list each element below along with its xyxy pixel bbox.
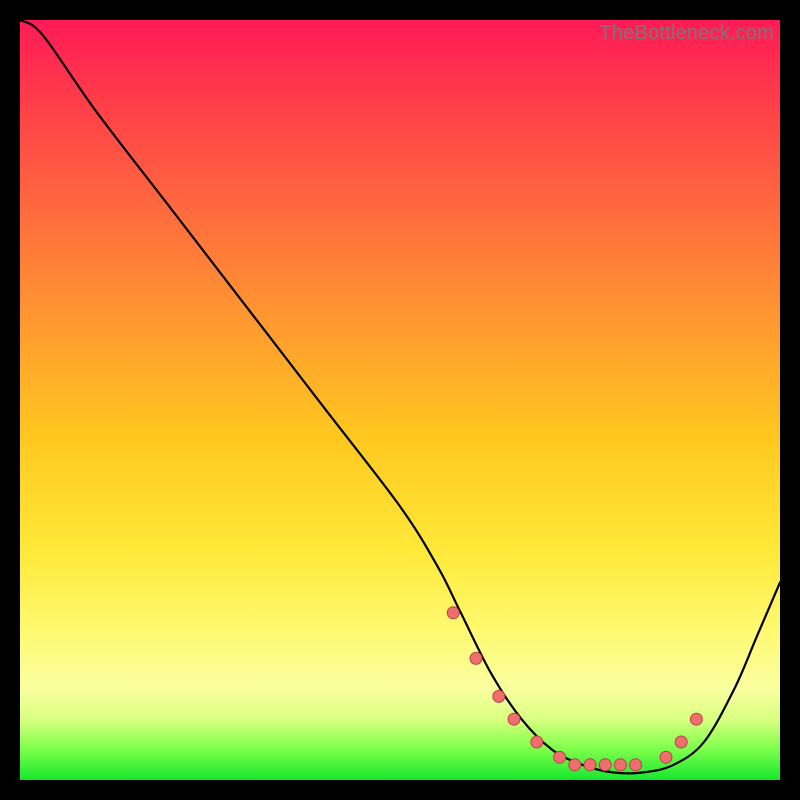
highlight-point bbox=[584, 759, 596, 771]
chart-stage: TheBottleneck.com bbox=[0, 0, 800, 800]
plot-area: TheBottleneck.com bbox=[20, 20, 780, 780]
highlight-point bbox=[630, 759, 642, 771]
highlight-point bbox=[447, 607, 459, 619]
chart-overlay bbox=[20, 20, 780, 780]
highlight-point bbox=[493, 690, 505, 702]
highlight-point bbox=[690, 713, 702, 725]
highlight-point bbox=[531, 736, 543, 748]
highlight-point bbox=[470, 652, 482, 664]
highlight-point bbox=[569, 759, 581, 771]
highlight-points bbox=[447, 607, 702, 771]
highlight-point bbox=[554, 751, 566, 763]
highlight-point bbox=[660, 751, 672, 763]
highlight-point bbox=[614, 759, 626, 771]
bottleneck-curve bbox=[20, 20, 780, 773]
highlight-point bbox=[675, 736, 687, 748]
highlight-point bbox=[508, 713, 520, 725]
highlight-point bbox=[599, 759, 611, 771]
